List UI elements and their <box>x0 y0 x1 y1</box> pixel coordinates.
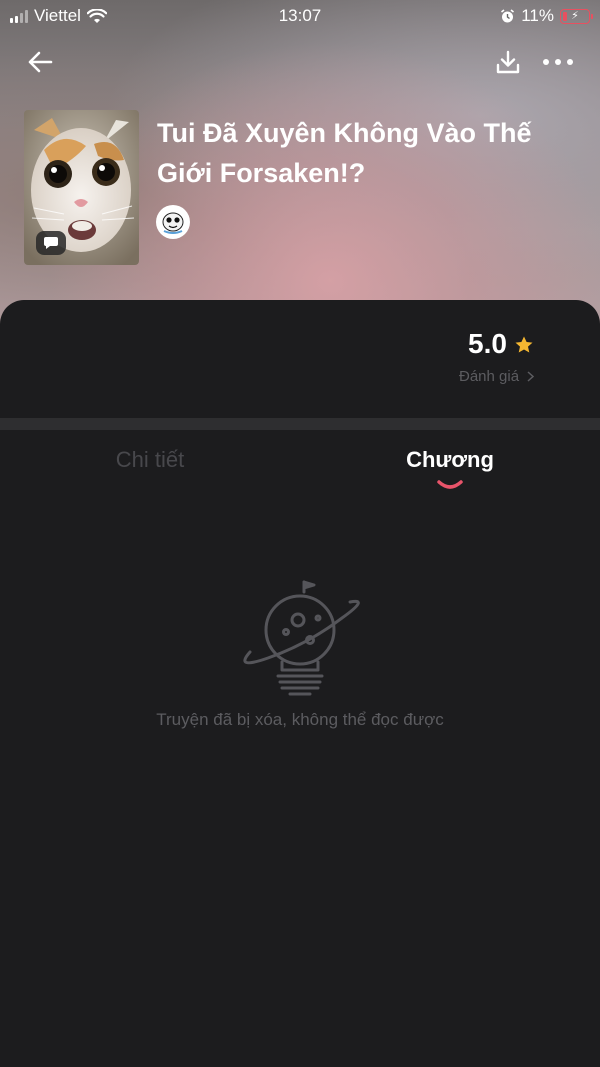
wifi-icon <box>86 8 107 23</box>
star-icon <box>515 336 533 353</box>
tab-chapters[interactable]: Chương <box>390 447 510 473</box>
carrier-name: Viettel <box>34 6 81 25</box>
author-avatar[interactable] <box>156 205 190 239</box>
book-title: Tui Đã Xuyên Không Vào Thế Giới Forsaken… <box>157 118 532 188</box>
back-arrow-icon <box>28 51 53 73</box>
more-icon <box>543 59 573 65</box>
comment-icon <box>44 237 58 249</box>
alarm-icon <box>501 8 515 22</box>
rating-value: 5.0 <box>468 328 507 359</box>
tab-details[interactable]: Chi tiết <box>90 447 210 473</box>
book-cover[interactable] <box>24 110 139 265</box>
chevron-right-icon <box>527 371 535 382</box>
status-bar: Viettel 13:07 11% ⚡ <box>0 0 600 32</box>
download-icon <box>496 50 520 74</box>
comment-badge <box>36 231 66 255</box>
rating-label: Đánh giá <box>459 368 520 385</box>
signal-icon <box>10 9 28 23</box>
active-tab-indicator <box>437 480 463 489</box>
battery-percent: 11% <box>521 6 554 25</box>
battery-icon: ⚡ <box>560 8 593 24</box>
rating-link[interactable]: Đánh giá <box>459 368 535 385</box>
header-backdrop: Viettel 13:07 11% ⚡ Tui Đã Xuyên Không V… <box>0 0 600 330</box>
download-button[interactable] <box>488 40 528 84</box>
avatar-image <box>158 207 188 237</box>
planet-lightbulb-icon <box>243 580 360 696</box>
section-divider <box>0 418 600 430</box>
back-button[interactable] <box>18 40 62 84</box>
empty-state-message: Truyện đã bị xóa, không thể đọc được <box>156 710 444 729</box>
more-options-button[interactable] <box>536 40 580 84</box>
